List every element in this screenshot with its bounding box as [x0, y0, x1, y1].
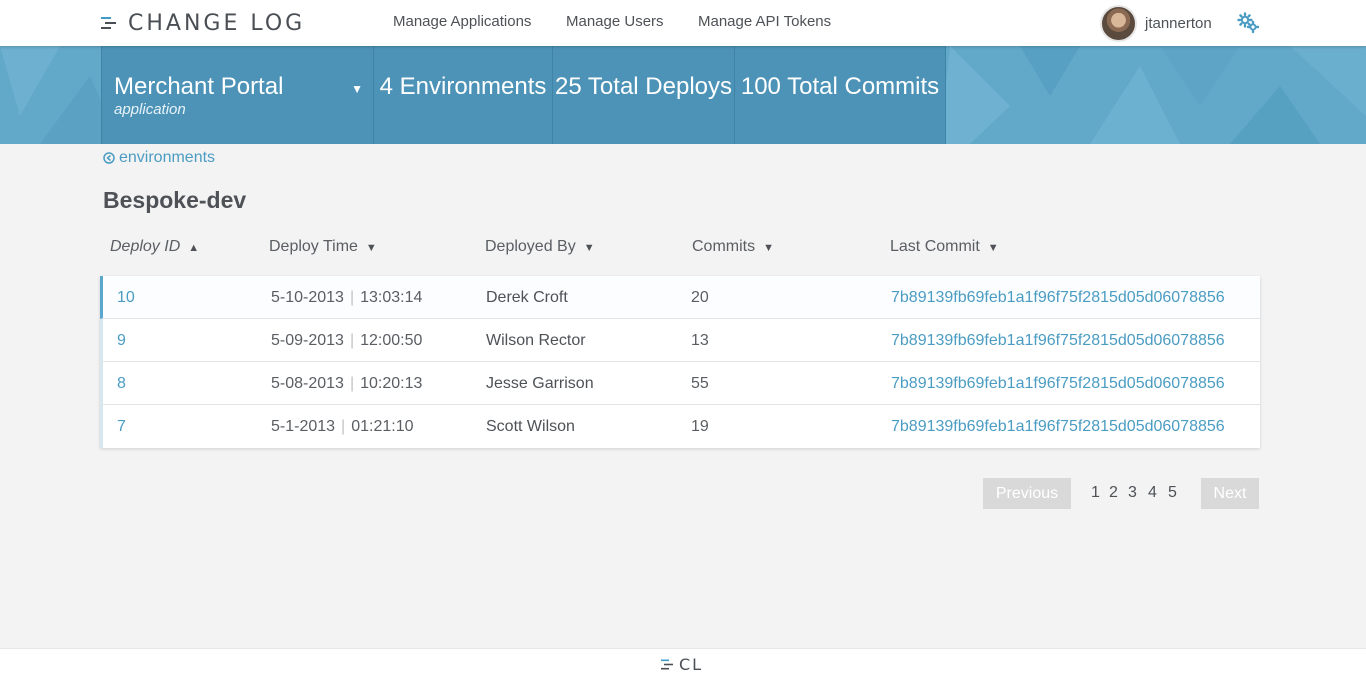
column-header-deployed-by[interactable]: Deployed By ▼	[485, 238, 595, 256]
commits-stat[interactable]: 100 Total Commits	[735, 46, 946, 144]
nav-manage-applications[interactable]: Manage Applications	[393, 13, 531, 30]
deploy-id[interactable]: 8	[117, 362, 126, 405]
user-menu[interactable]: jtannerton	[1100, 4, 1212, 42]
stats-banner: Merchant Portal application ▼ 4 Environm…	[0, 46, 1366, 144]
column-header-commits[interactable]: Commits ▼	[692, 238, 774, 256]
page-number-4[interactable]: 4	[1148, 484, 1157, 502]
deploys-stat[interactable]: 25 Total Deploys	[553, 46, 735, 144]
deploy-clock: 13:03:14	[360, 289, 423, 306]
nav-manage-api-tokens[interactable]: Manage API Tokens	[698, 13, 831, 30]
sort-up-icon: ▲	[188, 242, 200, 254]
commit-count: 19	[691, 418, 709, 435]
column-header-label: Deployed By	[485, 238, 576, 255]
column-header-label: Commits	[692, 238, 756, 255]
next-page-button[interactable]: Next	[1201, 478, 1259, 509]
change-log-bars-icon	[661, 659, 673, 669]
commit-count: 20	[691, 289, 709, 306]
deploy-clock: 01:21:10	[351, 418, 414, 435]
last-commit-link[interactable]: 7b89139fb69feb1a1f96f75f2815d05d06078856	[891, 405, 1225, 448]
environments-stat[interactable]: 4 Environments	[374, 46, 553, 144]
deploy-clock: 12:00:50	[360, 332, 423, 349]
sort-down-icon: ▼	[763, 242, 774, 254]
change-log-bars-icon	[101, 17, 116, 29]
deploy-id[interactable]: 7	[117, 405, 126, 448]
deploy-time: 5-08-2013 | 10:20:13	[271, 362, 422, 405]
avatar	[1100, 4, 1137, 42]
footer: CL	[0, 648, 1366, 678]
column-header-label: Deploy Time	[269, 238, 358, 255]
deploy-id[interactable]: 9	[117, 319, 126, 362]
sort-down-icon: ▼	[987, 242, 999, 254]
commit-count: 13	[691, 332, 709, 349]
table-row[interactable]: 8 5-08-2013 | 10:20:13 Jesse Garrison 55 7…	[100, 362, 1260, 405]
deployed-by: Jesse Garrison	[486, 375, 594, 392]
deploy-date: 5-1-2013	[271, 418, 336, 435]
divider: |	[349, 332, 355, 349]
deploy-id[interactable]: 10	[117, 276, 135, 319]
commit-count: 55	[691, 375, 709, 392]
deploy-date: 5-10-2013	[271, 289, 344, 306]
gears-icon[interactable]	[1237, 12, 1259, 34]
table-row[interactable]: 7 5-1-2013 | 01:21:10 Scott Wilson 19 7b89…	[100, 405, 1260, 448]
change-log-logo[interactable]: CHANGE LOG	[101, 8, 305, 38]
last-commit-link[interactable]: 7b89139fb69feb1a1f96f75f2815d05d06078856	[891, 362, 1225, 405]
deploy-time: 5-1-2013 | 01:21:10	[271, 405, 413, 448]
column-header-deploy-time[interactable]: Deploy Time ▼	[269, 238, 377, 256]
username: jtannerton	[1145, 14, 1212, 32]
last-commit-link[interactable]: 7b89139fb69feb1a1f96f75f2815d05d06078856	[891, 319, 1225, 362]
nav-manage-users[interactable]: Manage Users	[566, 13, 664, 30]
deploys-table: 10 5-10-2013 | 13:03:14 Derek Croft 20 7b8…	[100, 276, 1260, 448]
page-number-2[interactable]: 2	[1109, 484, 1118, 502]
deployed-by: Scott Wilson	[486, 418, 575, 435]
sort-down-icon: ▼	[583, 242, 595, 254]
divider: |	[349, 375, 355, 392]
page-number-5[interactable]: 5	[1168, 484, 1177, 502]
column-header-last-commit[interactable]: Last Commit ▼	[890, 238, 999, 256]
footer-logo[interactable]: CL	[661, 654, 704, 674]
table-row[interactable]: 10 5-10-2013 | 13:03:14 Derek Croft 20 7b8…	[100, 276, 1260, 319]
sort-down-icon: ▼	[365, 242, 377, 254]
divider: |	[349, 289, 355, 306]
deploys-count: 25 Total Deploys	[555, 73, 732, 100]
deploy-date: 5-09-2013	[271, 332, 344, 349]
deploy-date: 5-08-2013	[271, 375, 344, 392]
app-brand-name: CHANGE LOG	[128, 10, 306, 36]
back-link-label: environments	[119, 149, 216, 166]
environments-count: 4 Environments	[379, 73, 547, 100]
page-number-1[interactable]: 1	[1091, 484, 1100, 502]
page-number-3[interactable]: 3	[1128, 484, 1137, 502]
deployed-by: Wilson Rector	[486, 332, 586, 349]
table-row[interactable]: 9 5-09-2013 | 12:00:50 Wilson Rector 13 7b…	[100, 319, 1260, 362]
deploy-time: 5-10-2013 | 13:03:14	[271, 276, 422, 319]
commits-count: 100 Total Commits	[740, 73, 940, 100]
deploy-clock: 10:20:13	[360, 375, 423, 392]
back-to-environments-link[interactable]: environments	[103, 148, 215, 168]
application-selector[interactable]: Merchant Portal application ▼	[101, 46, 374, 144]
circle-arrow-left-icon	[103, 152, 115, 164]
deploy-time: 5-09-2013 | 12:00:50	[271, 319, 422, 362]
divider: |	[341, 418, 346, 435]
top-navigation-bar: CHANGE LOG Manage Applications Manage Us…	[0, 0, 1366, 46]
column-header-label: Deploy ID	[110, 238, 181, 255]
column-header-label: Last Commit	[890, 238, 980, 255]
last-commit-link[interactable]: 7b89139fb69feb1a1f96f75f2815d05d06078856	[891, 276, 1225, 319]
previous-page-button[interactable]: Previous	[983, 478, 1071, 509]
footer-brand-mark: CL	[679, 654, 704, 674]
application-label: application	[114, 101, 186, 118]
column-header-deploy-id[interactable]: Deploy ID ▲	[110, 238, 199, 256]
application-name: Merchant Portal	[114, 73, 284, 100]
page-title: Bespoke-dev	[103, 187, 247, 213]
deployed-by: Derek Croft	[486, 289, 568, 306]
chevron-down-icon: ▼	[351, 82, 363, 96]
